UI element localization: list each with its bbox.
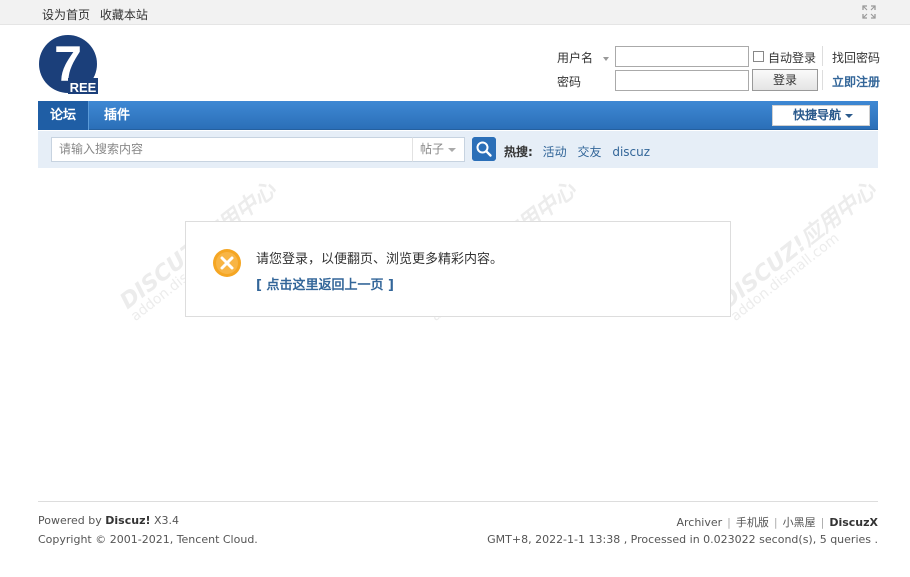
login-button[interactable]: 登录 xyxy=(752,69,818,91)
auto-login-label: 自动登录 xyxy=(768,51,817,65)
tab-forum[interactable]: 论坛 xyxy=(38,101,89,130)
blacklist-link[interactable]: 小黑屋 xyxy=(783,516,816,529)
powered-by: Powered by Discuz! X3.4 xyxy=(38,514,180,527)
hot-search: 热搜: 活动 交友 discuz xyxy=(504,143,657,160)
username-input[interactable] xyxy=(615,46,749,67)
site-logo[interactable]: 7 REE xyxy=(38,34,100,96)
search-input[interactable]: 请输入搜索内容 xyxy=(51,137,413,162)
hot-search-item[interactable]: discuz xyxy=(612,145,650,159)
search-button[interactable] xyxy=(472,137,496,161)
quick-nav-button[interactable]: 快捷导航 xyxy=(772,105,870,126)
footer-divider xyxy=(38,501,878,502)
bookmark-link[interactable]: 收藏本站 xyxy=(100,8,148,22)
discuzx-link[interactable]: DiscuzX xyxy=(829,516,878,529)
hot-search-item[interactable]: 交友 xyxy=(577,145,601,159)
message-box: 请您登录，以便翻页、浏览更多精彩内容。 [ 点击这里返回上一页 ] xyxy=(185,221,731,317)
password-label: 密码 xyxy=(557,75,582,89)
chevron-down-icon xyxy=(845,114,853,118)
search-type-label: 帖子 xyxy=(420,142,445,156)
chevron-down-icon xyxy=(448,148,456,152)
logo-text: REE xyxy=(70,80,97,95)
hot-search-item[interactable]: 活动 xyxy=(543,145,567,159)
set-home-link[interactable]: 设为首页 xyxy=(42,8,90,22)
back-link[interactable]: [ 点击这里返回上一页 ] xyxy=(256,274,394,293)
password-input[interactable] xyxy=(615,70,749,91)
fullscreen-icon[interactable] xyxy=(862,5,876,19)
find-password-link[interactable]: 找回密码 xyxy=(832,49,880,66)
auto-login-checkbox[interactable] xyxy=(753,51,764,62)
top-bar: 设为首页 收藏本站 xyxy=(0,0,910,25)
footer-stats: GMT+8, 2022-1-1 13:38 , Processed in 0.0… xyxy=(487,533,878,546)
top-links: 设为首页 收藏本站 xyxy=(42,6,154,23)
copyright: Copyright © 2001-2021, Tencent Cloud. xyxy=(38,533,258,546)
search-bar: 请输入搜索内容 帖子 热搜: 活动 交友 discuz xyxy=(38,131,878,168)
username-label: 用户名 xyxy=(557,49,609,66)
divider xyxy=(822,46,823,66)
footer-links: Archiver | 手机版 | 小黑屋 | DiscuzX xyxy=(676,516,878,529)
tab-plugins[interactable]: 插件 xyxy=(94,101,140,130)
mobile-link[interactable]: 手机版 xyxy=(736,516,769,529)
quick-nav-label: 快捷导航 xyxy=(793,108,842,122)
divider xyxy=(822,70,823,90)
discuz-link[interactable]: Discuz! xyxy=(105,514,150,527)
search-type-select[interactable]: 帖子 xyxy=(412,137,465,162)
register-link[interactable]: 立即注册 xyxy=(832,73,880,90)
chevron-down-icon[interactable] xyxy=(602,56,609,61)
message-text: 请您登录，以便翻页、浏览更多精彩内容。 xyxy=(256,252,504,267)
close-circle-icon xyxy=(213,249,241,277)
archiver-link[interactable]: Archiver xyxy=(676,516,722,529)
main-nav: 论坛 插件 快捷导航 xyxy=(38,101,878,130)
hot-search-label: 热搜: xyxy=(504,145,533,159)
